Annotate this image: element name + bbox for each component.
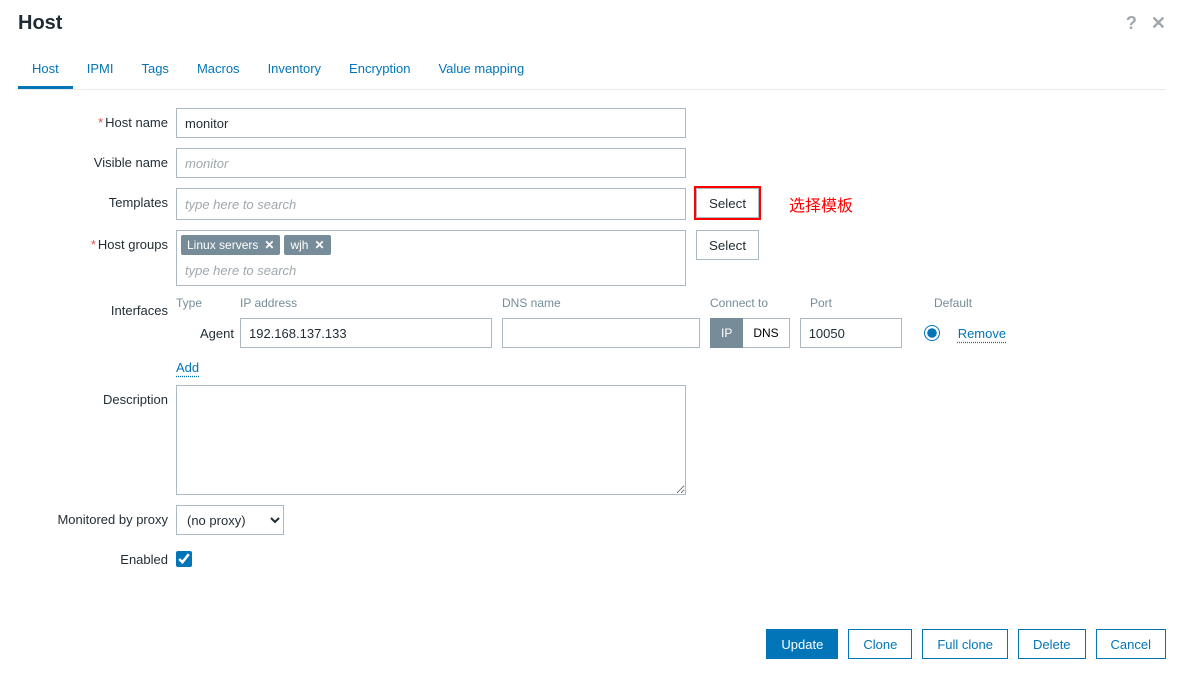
dialog-header: Host ? ✕ — [18, 12, 1166, 35]
host-groups-search-input[interactable] — [181, 259, 681, 281]
annotation-select-template: 选择模板 — [789, 192, 853, 216]
interface-default-radio[interactable] — [924, 325, 940, 341]
proxy-select[interactable]: (no proxy) — [176, 505, 284, 535]
tab-host[interactable]: Host — [18, 53, 73, 89]
label-enabled: Enabled — [18, 545, 168, 567]
interface-dns-input[interactable] — [502, 318, 700, 348]
col-head-ip: IP address — [240, 296, 492, 310]
interface-add-link[interactable]: Add — [176, 360, 1006, 375]
label-templates: Templates — [18, 188, 168, 210]
update-button[interactable]: Update — [766, 629, 838, 659]
help-icon[interactable]: ? — [1126, 13, 1137, 34]
cancel-button[interactable]: Cancel — [1096, 629, 1166, 659]
col-head-default: Default — [934, 296, 972, 310]
interface-port-input[interactable] — [800, 318, 902, 348]
page-title: Host — [18, 12, 62, 35]
enabled-checkbox[interactable] — [176, 551, 192, 567]
full-clone-button[interactable]: Full clone — [922, 629, 1008, 659]
templates-multiselect[interactable] — [176, 188, 686, 220]
host-group-tag: wjh✕ — [284, 235, 330, 255]
col-head-port: Port — [810, 296, 912, 310]
templates-search-input[interactable] — [181, 193, 681, 215]
label-host-groups: *Host groups — [18, 230, 168, 252]
interface-row: Agent IP DNS Remove — [176, 312, 1006, 348]
label-monitored-by-proxy: Monitored by proxy — [18, 505, 168, 527]
delete-button[interactable]: Delete — [1018, 629, 1086, 659]
interface-type-label: Agent — [176, 326, 240, 341]
label-interfaces: Interfaces — [18, 296, 168, 318]
label-visible-name: Visible name — [18, 148, 168, 170]
interface-ip-input[interactable] — [240, 318, 492, 348]
col-head-dns: DNS name — [502, 296, 700, 310]
tab-ipmi[interactable]: IPMI — [73, 53, 128, 89]
tab-macros[interactable]: Macros — [183, 53, 254, 89]
interface-remove-link[interactable]: Remove — [958, 326, 1006, 341]
host-groups-select-button[interactable]: Select — [696, 230, 759, 260]
tab-inventory[interactable]: Inventory — [254, 53, 335, 89]
interfaces-header: Type IP address DNS name Connect to Port… — [176, 296, 1006, 310]
label-description: Description — [18, 385, 168, 407]
tab-encryption[interactable]: Encryption — [335, 53, 424, 89]
connect-ip-button[interactable]: IP — [710, 318, 743, 348]
host-form: *Host name Visible name Templates Select… — [18, 108, 1166, 567]
description-textarea[interactable] — [176, 385, 686, 495]
clone-button[interactable]: Clone — [848, 629, 912, 659]
tab-tags[interactable]: Tags — [127, 53, 182, 89]
close-icon[interactable]: ✕ — [1151, 13, 1166, 34]
host-group-tag: Linux servers✕ — [181, 235, 280, 255]
connect-to-toggle: IP DNS — [710, 318, 790, 348]
tab-bar: Host IPMI Tags Macros Inventory Encrypti… — [18, 53, 1166, 90]
col-head-connect: Connect to — [710, 296, 800, 310]
visible-name-input[interactable] — [176, 148, 686, 178]
label-host-name: *Host name — [18, 108, 168, 130]
footer-buttons: Update Clone Full clone Delete Cancel — [766, 629, 1166, 659]
remove-tag-icon[interactable]: ✕ — [314, 238, 324, 252]
remove-tag-icon[interactable]: ✕ — [264, 238, 274, 252]
host-name-input[interactable] — [176, 108, 686, 138]
connect-dns-button[interactable]: DNS — [743, 318, 789, 348]
col-head-type: Type — [176, 296, 240, 310]
host-groups-multiselect[interactable]: Linux servers✕ wjh✕ — [176, 230, 686, 286]
templates-select-button[interactable]: Select — [696, 188, 759, 218]
tab-value-mapping[interactable]: Value mapping — [424, 53, 538, 89]
